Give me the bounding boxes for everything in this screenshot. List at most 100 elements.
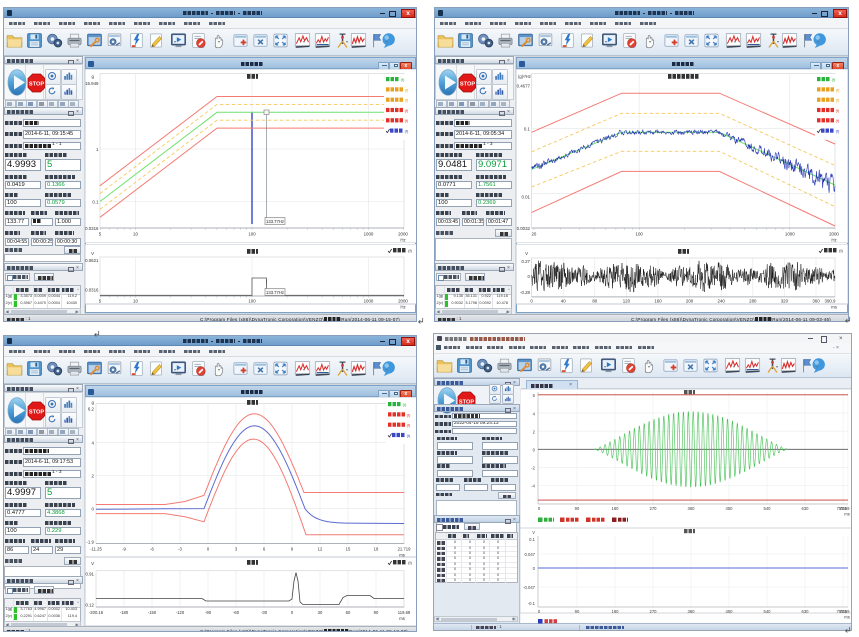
svg-text:1000: 1000	[364, 299, 374, 304]
svg-text:-9: -9	[122, 547, 126, 552]
svg-text:(t): (t)	[403, 402, 407, 407]
svg-text:STOP: STOP	[459, 82, 474, 88]
svg-text:ms: ms	[831, 305, 838, 310]
svg-text:0.0621: 0.0621	[85, 258, 99, 263]
svg-text:758.69: 758.69	[837, 609, 850, 614]
svg-text:2000: 2000	[829, 232, 839, 237]
svg-text:450: 450	[726, 609, 734, 614]
svg-text:Hz: Hz	[831, 238, 836, 243]
svg-text:-11.25: -11.25	[90, 547, 102, 552]
svg-text:90: 90	[575, 609, 580, 614]
svg-text:Hz: Hz	[400, 305, 405, 310]
svg-text:320: 320	[781, 299, 789, 304]
svg-text:(t): (t)	[408, 560, 412, 565]
svg-text:12: 12	[318, 547, 323, 552]
svg-text:540: 540	[764, 506, 772, 511]
svg-text:-120: -120	[176, 610, 185, 615]
svg-text:(t): (t)	[839, 248, 843, 253]
svg-text:390.9: 390.9	[825, 299, 837, 304]
svg-text:(f): (f)	[405, 98, 409, 103]
svg-text:758.69: 758.69	[837, 506, 850, 511]
svg-text:10: 10	[133, 299, 138, 304]
svg-text:0.27: 0.27	[521, 259, 530, 264]
svg-text:V: V	[91, 251, 94, 256]
svg-text:360: 360	[688, 506, 696, 511]
svg-text:-90: -90	[205, 610, 212, 615]
svg-text:V: V	[91, 561, 94, 566]
svg-text:(t): (t)	[407, 433, 411, 438]
svg-text:(f): (f)	[836, 108, 840, 113]
svg-text:0.1: 0.1	[524, 126, 531, 131]
svg-text:280: 280	[749, 299, 757, 304]
svg-text:STOP: STOP	[28, 82, 43, 88]
svg-text:ms: ms	[844, 512, 850, 517]
svg-text:Hz: Hz	[400, 238, 405, 243]
svg-text:0.01: 0.01	[521, 195, 530, 200]
svg-text:(f): (f)	[836, 98, 840, 103]
svg-text:270: 270	[650, 609, 658, 614]
svg-text:360: 360	[688, 609, 696, 614]
svg-text:630: 630	[802, 609, 810, 614]
svg-text:(f): (f)	[836, 118, 840, 123]
svg-text:0.0032: 0.0032	[517, 226, 531, 231]
svg-text:(f): (f)	[836, 87, 840, 92]
svg-text:80: 80	[592, 299, 597, 304]
svg-text:120: 120	[623, 299, 631, 304]
svg-text:180: 180	[612, 609, 620, 614]
svg-text:(f): (f)	[405, 118, 409, 123]
svg-text:(f): (f)	[405, 108, 409, 113]
svg-text:-6: -6	[150, 547, 154, 552]
svg-text:-60: -60	[233, 610, 240, 615]
svg-text:119.69: 119.69	[398, 610, 411, 615]
svg-text:-0.047: -0.047	[523, 585, 536, 590]
svg-text:450: 450	[726, 506, 734, 511]
svg-text:0.91: 0.91	[85, 571, 94, 576]
svg-text:630: 630	[802, 506, 810, 511]
svg-text:-0.12: -0.12	[85, 603, 95, 608]
svg-text:18: 18	[374, 547, 379, 552]
svg-text:540: 540	[764, 609, 772, 614]
svg-text:0.1: 0.1	[92, 200, 99, 205]
svg-text:0.4677: 0.4677	[517, 84, 531, 89]
svg-text:-150: -150	[148, 610, 157, 615]
svg-text:(f): (f)	[408, 248, 412, 253]
svg-text:20: 20	[531, 232, 536, 237]
svg-text:1000: 1000	[364, 232, 374, 237]
svg-text:0.047: 0.047	[525, 552, 536, 557]
svg-text:(f): (f)	[405, 87, 409, 92]
svg-text:-180: -180	[120, 610, 129, 615]
svg-text:15: 15	[346, 547, 351, 552]
svg-text:-0.1: -0.1	[528, 601, 536, 606]
svg-text:ms: ms	[844, 615, 850, 620]
svg-text:2000: 2000	[398, 232, 408, 237]
svg-text:21.719: 21.719	[398, 547, 411, 552]
svg-text:V: V	[525, 251, 528, 256]
svg-text:(f): (f)	[405, 129, 409, 134]
svg-text:90: 90	[575, 506, 580, 511]
svg-text:ms: ms	[399, 616, 405, 621]
svg-text:-200.16: -200.16	[89, 610, 104, 615]
svg-text:-3: -3	[178, 547, 182, 552]
svg-text:180: 180	[612, 506, 620, 511]
svg-text:1000: 1000	[785, 232, 795, 237]
svg-text:200: 200	[686, 299, 694, 304]
svg-text:160: 160	[654, 299, 662, 304]
svg-text:10: 10	[133, 232, 138, 237]
svg-text:360: 360	[812, 299, 820, 304]
svg-text:90: 90	[374, 610, 379, 615]
svg-text:-30: -30	[261, 610, 268, 615]
svg-text:30: 30	[318, 610, 323, 615]
svg-text:240: 240	[718, 299, 726, 304]
svg-text:0.0316: 0.0316	[85, 226, 99, 231]
svg-text:2000: 2000	[398, 299, 408, 304]
svg-text:-0.28: -0.28	[520, 290, 531, 295]
svg-text:270: 270	[650, 506, 658, 511]
svg-text:(t): (t)	[407, 412, 411, 417]
svg-text:6.2: 6.2	[88, 407, 95, 412]
svg-text:(f): (f)	[832, 77, 836, 82]
svg-text:(f): (f)	[401, 77, 405, 82]
svg-text:0.0316: 0.0316	[85, 288, 99, 293]
svg-text:40: 40	[561, 299, 566, 304]
svg-text:(t): (t)	[407, 423, 411, 428]
svg-text:0.1: 0.1	[529, 537, 535, 542]
